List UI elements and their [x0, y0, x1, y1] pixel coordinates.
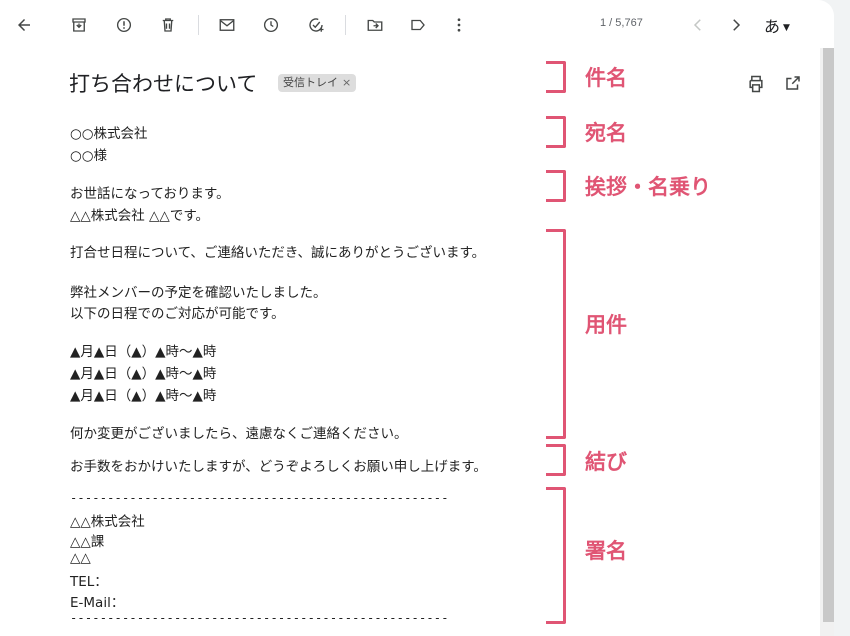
input-tools-button[interactable]: あ ▼	[764, 13, 790, 37]
clock-icon	[263, 17, 279, 33]
delete-button[interactable]	[154, 11, 182, 39]
schedule-option: ▲月▲日（▲）▲時～▲時	[70, 344, 217, 360]
scrollbar-thumb[interactable]	[823, 48, 834, 622]
add-task-icon	[309, 18, 324, 32]
labels-button[interactable]	[404, 11, 432, 39]
schedule-option: ▲月▲日（▲）▲時～▲時	[70, 366, 217, 382]
signature-annotation: 署名	[585, 539, 627, 563]
open-in-new-icon	[786, 76, 800, 90]
business-annotation: 用件	[585, 313, 627, 337]
subject-bracket	[546, 61, 566, 93]
more-vert-icon	[457, 18, 461, 32]
body-line: 以下の日程でのご対応が可能です。	[70, 306, 285, 322]
print-button[interactable]	[746, 74, 766, 94]
greeting-bracket	[546, 170, 566, 202]
signature-name: △△	[70, 550, 91, 566]
closing-bracket	[546, 444, 566, 476]
toolbar-separator	[198, 15, 199, 35]
signature-tel: TEL：	[70, 574, 108, 590]
chevron-right-icon	[733, 19, 741, 31]
pager-count: 1 / 5,767	[600, 17, 643, 29]
mail-icon	[219, 19, 235, 31]
chevron-left-icon	[693, 19, 701, 31]
signature-email: E-Mail：	[70, 595, 125, 611]
mark-unread-button[interactable]	[213, 11, 241, 39]
email-subject: 打ち合わせについて	[69, 72, 258, 96]
body-line: 何か変更がございましたら、遠慮なくご連絡ください。	[70, 426, 408, 442]
input-tools-label: あ	[764, 17, 781, 36]
business-bracket	[546, 229, 566, 439]
open-new-window-button[interactable]	[784, 74, 802, 92]
sender-intro: △△株式会社 △△です。	[70, 208, 209, 224]
inbox-label-chip[interactable]: 受信トレイ ×	[278, 74, 357, 92]
toolbar-separator	[345, 15, 346, 35]
add-to-tasks-button[interactable]	[302, 11, 330, 39]
signature-bracket	[546, 487, 566, 624]
print-icon	[749, 75, 763, 93]
remove-label-icon[interactable]: ×	[342, 76, 351, 89]
body-line: 弊社メンバーの予定を確認いたしました。	[70, 285, 327, 301]
signature-divider: ----------------------------------------…	[70, 611, 449, 625]
body-line: 打合せ日程について、ご連絡いただき、誠にありがとうございます。	[70, 245, 486, 261]
signature-dept: △△課	[70, 534, 105, 550]
older-button[interactable]	[722, 11, 750, 39]
label-icon	[411, 19, 425, 31]
recipient-person: ○○様	[70, 148, 108, 164]
signature-company: △△株式会社	[70, 514, 145, 530]
greeting-annotation: 挨拶・名乗り	[585, 175, 711, 199]
recipient-annotation: 宛名	[585, 121, 627, 145]
caret-down-icon: ▼	[783, 23, 790, 33]
recipient-company: ○○株式会社	[70, 126, 148, 142]
report-spam-button[interactable]	[110, 11, 138, 39]
signature-divider: ----------------------------------------…	[70, 491, 449, 505]
archive-button[interactable]	[65, 11, 93, 39]
newer-button[interactable]	[684, 11, 712, 39]
trash-icon	[162, 18, 174, 32]
closing-line: お手数をおかけいたしますが、どうぞよろしくお願い申し上げます。	[70, 459, 487, 475]
folder-move-icon	[367, 19, 383, 31]
back-button[interactable]	[10, 11, 38, 39]
archive-icon	[72, 18, 86, 32]
label-text: 受信トレイ	[283, 76, 338, 89]
arrow-left-icon	[18, 19, 30, 31]
more-button[interactable]	[445, 11, 473, 39]
schedule-option: ▲月▲日（▲）▲時～▲時	[70, 388, 217, 404]
move-to-button[interactable]	[361, 11, 389, 39]
closing-annotation: 結び	[585, 450, 627, 474]
recipient-bracket	[546, 116, 566, 148]
snooze-button[interactable]	[257, 11, 285, 39]
greeting-line: お世話になっております。	[70, 186, 230, 202]
toolbar: 1 / 5,767 あ ▼	[0, 0, 834, 50]
subject-annotation: 件名	[585, 66, 627, 90]
report-icon	[116, 17, 132, 33]
